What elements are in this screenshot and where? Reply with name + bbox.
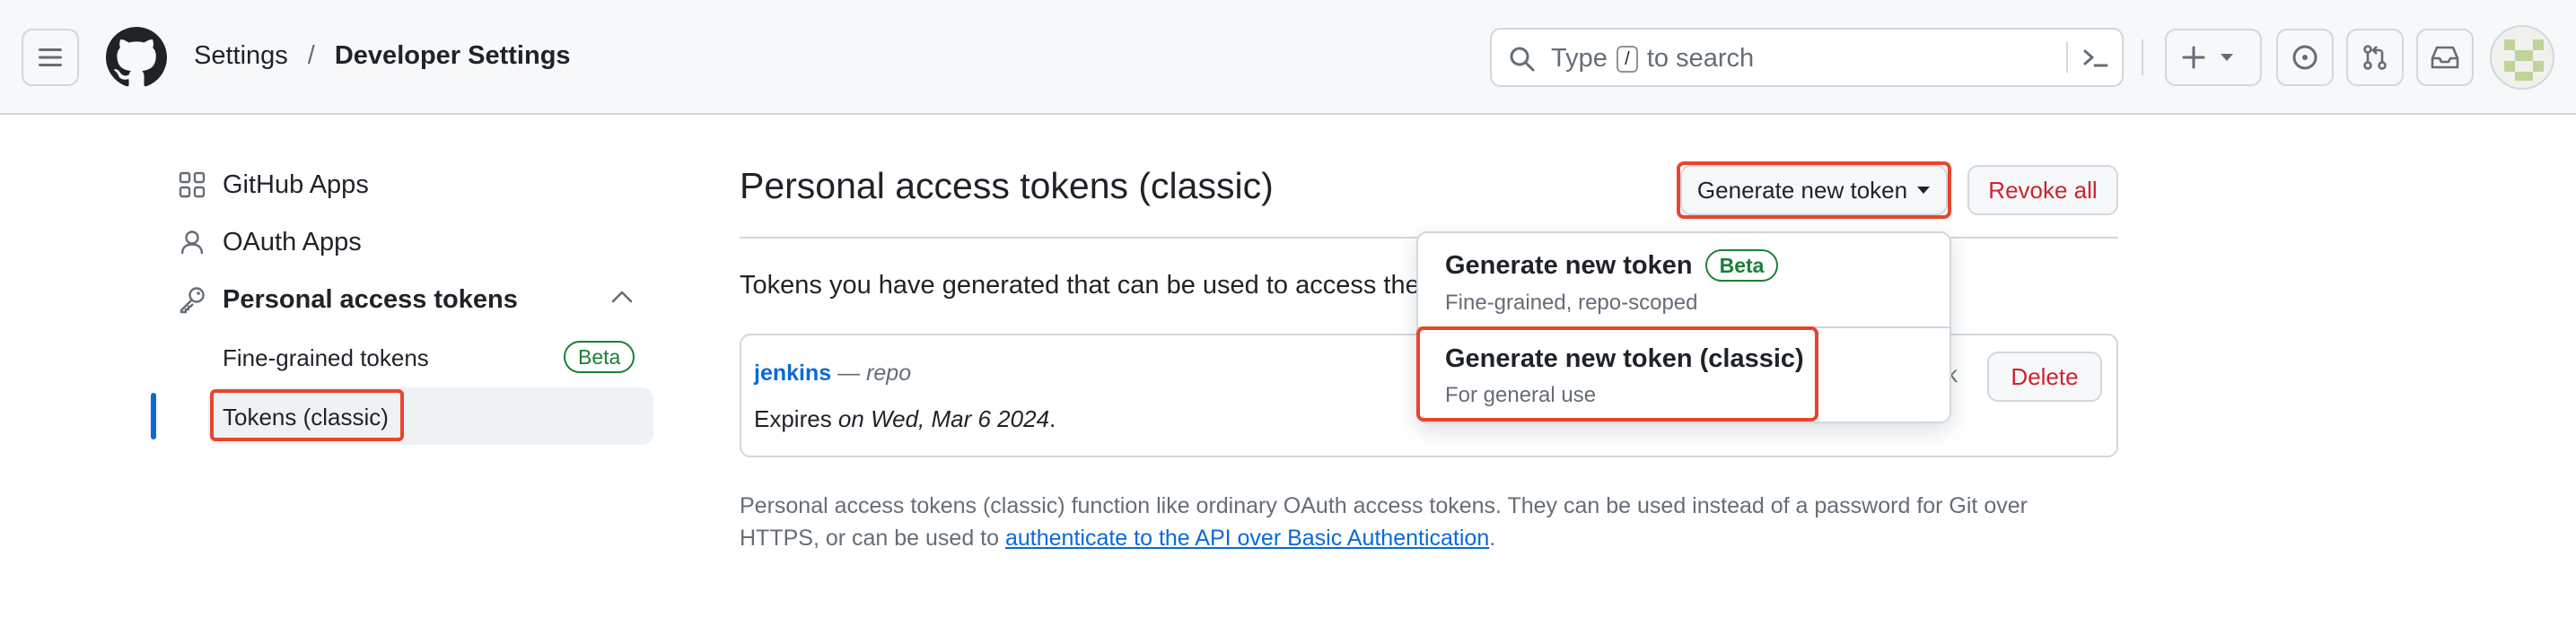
person-icon <box>176 226 208 258</box>
pull-request-icon <box>2363 45 2387 70</box>
tokens-description: Tokens you have generated that can be us… <box>740 271 1420 300</box>
highlight-box-generate-button <box>1677 161 1951 219</box>
highlight-box-classic-menu-item <box>1416 326 1818 422</box>
menu-item-generate-new-token[interactable]: Generate new token Beta Fine-grained, re… <box>1445 249 1779 316</box>
user-avatar[interactable] <box>2490 25 2554 90</box>
sidebar-item-oauth-apps[interactable]: OAuth Apps <box>176 226 362 258</box>
avatar-identicon <box>2492 27 2553 88</box>
github-logo-icon[interactable] <box>106 27 167 88</box>
token-name-link[interactable]: jenkins <box>754 361 831 386</box>
beta-badge: Beta <box>1704 249 1779 282</box>
chevron-up-icon[interactable] <box>610 289 634 305</box>
menu-item-subtitle: Fine-grained, repo-scoped <box>1445 291 1698 315</box>
sidebar-subitem-fine-grained-tokens[interactable]: Fine-grained tokens <box>223 344 429 372</box>
token-scope-separator: — <box>831 361 867 386</box>
breadcrumb-separator: / <box>307 41 315 70</box>
active-indicator <box>151 393 156 439</box>
create-new-button[interactable] <box>2165 29 2262 86</box>
breadcrumb-developer-settings[interactable]: Developer Settings <box>335 41 571 71</box>
sidebar-item-github-apps[interactable]: GitHub Apps <box>176 169 369 201</box>
footer-note: Personal access tokens (classic) functio… <box>740 490 2104 554</box>
header-divider <box>2142 39 2143 75</box>
sidebar-item-label: Personal access tokens <box>223 284 518 314</box>
revoke-all-button[interactable]: Revoke all <box>1967 165 2118 215</box>
search-icon <box>1510 47 1535 72</box>
menu-icon <box>39 48 62 66</box>
top-header: Settings / Developer Settings Type / to … <box>0 0 2576 115</box>
slash-key-hint: / <box>1616 45 1638 73</box>
highlight-box-tokens-classic <box>210 389 404 441</box>
search-divider <box>2066 42 2068 73</box>
apps-icon <box>176 169 208 201</box>
inbox-button[interactable] <box>2416 29 2474 86</box>
plus-icon <box>2182 46 2205 69</box>
token-expires-date: on Wed, Mar 6 2024 <box>837 405 1050 432</box>
menu-button[interactable] <box>22 29 79 86</box>
token-scope: repo <box>866 361 912 386</box>
delete-token-button[interactable]: Delete <box>1987 352 2102 402</box>
footer-end: . <box>1489 526 1496 551</box>
token-expires-suffix: . <box>1049 405 1056 432</box>
search-placeholder: Type / to search <box>1551 44 1754 74</box>
issue-icon <box>2292 45 2318 70</box>
breadcrumb-settings[interactable]: Settings <box>194 41 288 71</box>
token-row: jenkins — repo <box>754 361 911 387</box>
key-icon <box>176 283 208 316</box>
chevron-down-icon <box>2221 54 2233 61</box>
pull-requests-button[interactable] <box>2346 29 2404 86</box>
menu-item-title: Generate new token <box>1445 250 1693 280</box>
search-placeholder-prefix: Type <box>1551 44 1608 73</box>
sidebar-item-label: GitHub Apps <box>223 170 369 199</box>
page-title: Personal access tokens (classic) <box>740 165 1274 206</box>
sidebar-item-label: OAuth Apps <box>223 227 362 256</box>
search-placeholder-suffix: to search <box>1646 44 1755 73</box>
basic-auth-link[interactable]: authenticate to the API over Basic Authe… <box>1005 526 1489 551</box>
command-palette-icon[interactable] <box>2081 44 2111 73</box>
inbox-icon <box>2431 46 2459 69</box>
beta-badge: Beta <box>564 341 635 373</box>
sidebar-item-personal-access-tokens[interactable]: Personal access tokens <box>176 283 518 316</box>
token-expires-prefix: Expires <box>754 405 838 432</box>
token-expiration: Expires on Wed, Mar 6 2024. <box>754 405 1056 433</box>
issues-button[interactable] <box>2276 29 2334 86</box>
search-input[interactable]: Type / to search <box>1490 28 2124 87</box>
breadcrumb: Settings / Developer Settings <box>194 41 571 71</box>
